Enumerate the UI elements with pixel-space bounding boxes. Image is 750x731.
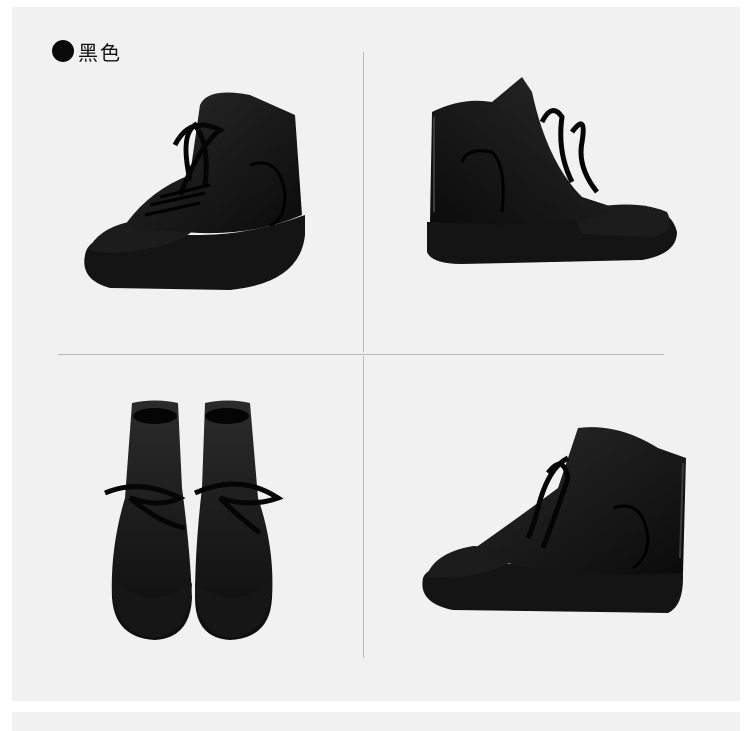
boot-photo-front-pair [100,398,285,648]
boot-photo-side-left [80,85,310,300]
color-dot-icon [52,40,74,62]
horizontal-divider [58,354,664,355]
vertical-divider-top [363,52,364,352]
color-name: 黑色 [78,40,122,65]
bottom-strip [12,712,740,731]
vertical-divider-bottom [363,356,364,658]
boot-photo-side-right [422,72,682,272]
color-option-label: 黑色 [52,38,122,65]
boot-photo-side-angled [418,418,688,618]
